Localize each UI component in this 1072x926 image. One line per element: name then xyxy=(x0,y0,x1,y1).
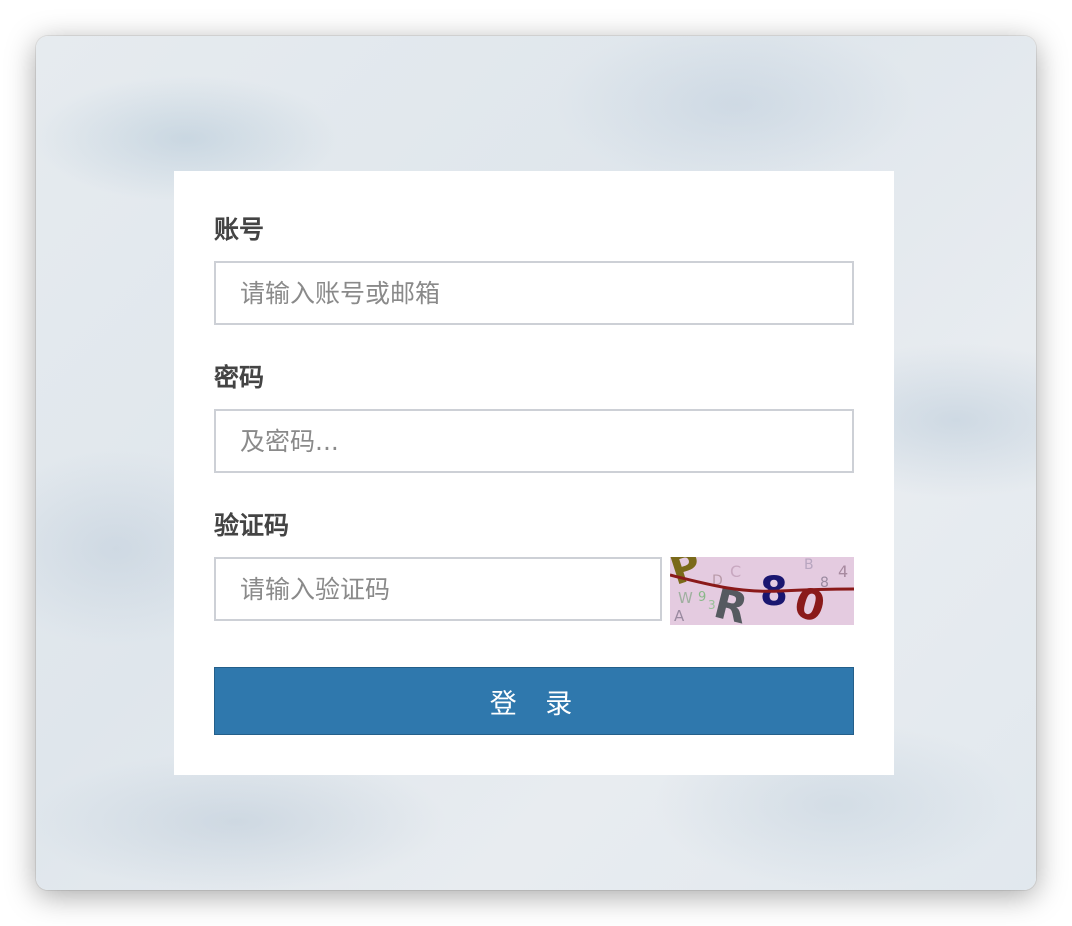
svg-text:C: C xyxy=(730,562,741,581)
captcha-image[interactable]: C D B 4 8 W 9 3 A P R 8 0 xyxy=(670,557,854,625)
svg-text:A: A xyxy=(674,607,685,625)
captcha-input[interactable] xyxy=(214,557,662,621)
captcha-graphic: C D B 4 8 W 9 3 A P R 8 0 xyxy=(670,557,854,625)
svg-text:9: 9 xyxy=(698,590,706,605)
account-input[interactable] xyxy=(214,261,854,325)
svg-text:4: 4 xyxy=(838,562,848,581)
login-button[interactable]: 登 录 xyxy=(214,667,854,735)
login-window: 账号 密码 验证码 C D B 4 8 W 9 3 A P R 8 xyxy=(36,36,1036,890)
login-panel: 账号 密码 验证码 C D B 4 8 W 9 3 A P R 8 xyxy=(174,171,894,775)
svg-text:B: B xyxy=(804,557,814,573)
password-input[interactable] xyxy=(214,409,854,473)
account-label: 账号 xyxy=(214,215,265,244)
password-label: 密码 xyxy=(214,363,265,392)
captcha-label: 验证码 xyxy=(214,511,290,540)
